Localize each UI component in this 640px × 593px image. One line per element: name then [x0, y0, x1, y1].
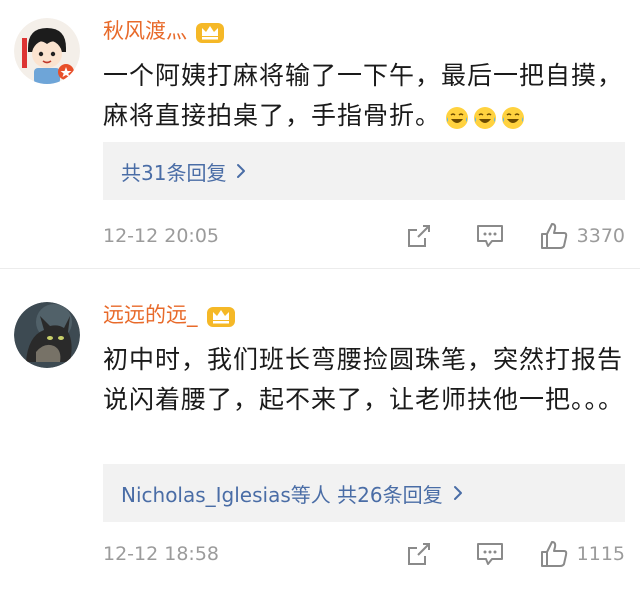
- avatar-cartoon-boy-icon: [14, 18, 80, 84]
- comment-icon: [477, 543, 504, 565]
- avatar[interactable]: [14, 18, 80, 84]
- username[interactable]: 远远的远_: [103, 300, 198, 330]
- username-row: 远远的远_: [103, 300, 236, 330]
- laughing-tears-icon: [446, 107, 469, 129]
- comment-text-content: 初中时，我们班长弯腰捡圆珠笔，突然打报告说闪着腰了，起不来了，让老师扶他一把。。…: [103, 345, 625, 414]
- timestamp: 12-12 20:05: [103, 225, 220, 247]
- comment-text: 初中时，我们班长弯腰捡圆珠笔，突然打报告说闪着腰了，起不来了，让老师扶他一把。。…: [103, 340, 631, 420]
- username-row: 秋风渡灬: [103, 16, 225, 46]
- like-button[interactable]: 3370: [539, 218, 625, 254]
- crown-vip-icon: [206, 307, 235, 327]
- comment-text-content: 一个阿姨打麻将输了一下午，最后一把自摸，麻将直接拍桌了，手指骨折。: [103, 61, 624, 130]
- comment-text: 一个阿姨打麻将输了一下午，最后一把自摸，麻将直接拍桌了，手指骨折。: [103, 56, 631, 137]
- like-count: 3370: [576, 225, 626, 247]
- crown-vip-icon: [196, 23, 224, 43]
- emoji-group: [445, 97, 529, 137]
- share-button[interactable]: [392, 218, 445, 254]
- comment-meta: 12-12 20:05 3370: [103, 218, 625, 254]
- laughing-tears-icon: [502, 107, 525, 129]
- share-icon: [407, 225, 430, 247]
- view-replies-button[interactable]: 共31条回复: [103, 142, 625, 200]
- comment-divider: [0, 268, 640, 269]
- replies-label: 共31条回复: [121, 160, 227, 185]
- laughing-tears-icon: [474, 107, 497, 129]
- comment-icon: [477, 225, 504, 247]
- thumbs-up-icon: [540, 223, 567, 249]
- thumbs-up-icon: [540, 541, 567, 567]
- share-icon: [407, 543, 430, 565]
- avatar[interactable]: [14, 302, 80, 368]
- view-replies-button[interactable]: Nicholas_Iglesias等人 共26条回复: [103, 464, 625, 522]
- like-count: 1115: [576, 543, 626, 565]
- comment-meta: 12-12 18:58 1115: [103, 536, 625, 572]
- replies-label: Nicholas_Iglesias等人 共26条回复: [121, 482, 443, 507]
- comment-item: 远远的远_ 初中时，我们班长弯腰捡圆珠笔，突然打报告说闪着腰了，起不来了，让老师…: [0, 280, 640, 593]
- avatar-cat-photo-icon: [14, 302, 80, 368]
- comment-button[interactable]: [455, 536, 524, 572]
- share-button[interactable]: [392, 536, 445, 572]
- timestamp: 12-12 18:58: [103, 543, 220, 565]
- comment-button[interactable]: [455, 218, 524, 254]
- like-button[interactable]: 1115: [539, 536, 625, 572]
- chevron-right-icon: [237, 164, 246, 178]
- chevron-right-icon: [453, 486, 462, 500]
- comment-item: 秋风渡灬 一个阿姨打麻将输了一下午，最后一把自摸，麻将直接拍桌了，手指骨折。 共…: [0, 0, 640, 270]
- username[interactable]: 秋风渡灬: [103, 16, 187, 46]
